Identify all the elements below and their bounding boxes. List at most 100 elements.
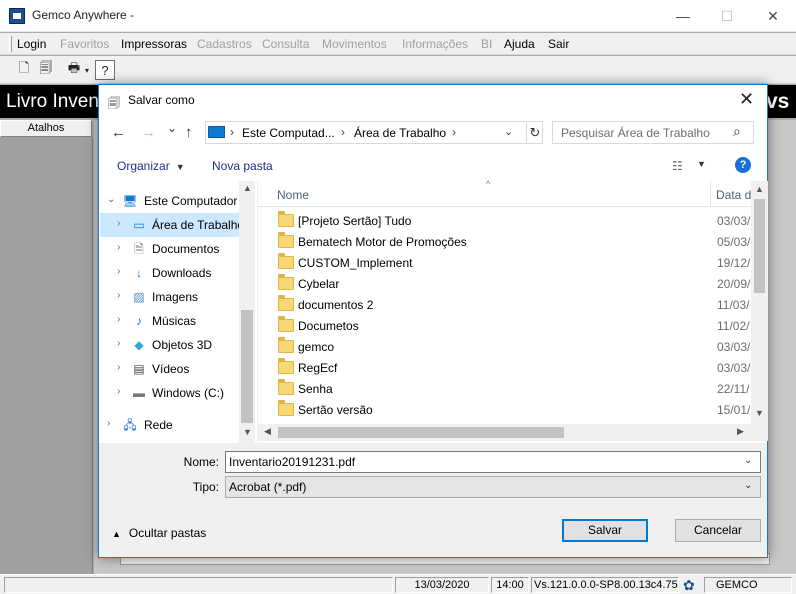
address-row: ← → ⌄ ↑ › Este Computad... › Área de Tra… (99, 117, 767, 151)
save-as-dialog: 🗐 Salvar como ✕ ← → ⌄ ↑ › Este Computad.… (98, 84, 768, 558)
file-row[interactable]: Sertão versão 15/01/ (258, 400, 751, 421)
printer-dropdown-icon[interactable]: ▾ (82, 60, 92, 80)
menu-impressoras[interactable]: Impressoras (121, 37, 187, 51)
chevron-right-icon[interactable]: › (117, 218, 120, 229)
column-header-date[interactable]: Data d (716, 188, 751, 202)
file-row[interactable]: documentos 2 11/03/ (258, 295, 751, 316)
scrollbar-thumb[interactable] (754, 199, 765, 293)
scroll-left-icon[interactable]: ◀ (264, 426, 271, 437)
up-arrow-icon[interactable]: ↑ (185, 124, 193, 141)
filetype-dropdown-icon[interactable]: ⌄ (744, 480, 752, 491)
chevron-down-icon[interactable]: ⌄ (107, 194, 115, 205)
maximize-button[interactable]: ☐ (704, 0, 750, 32)
menu-favoritos[interactable]: Favoritos (60, 37, 109, 51)
address-dropdown-icon[interactable]: ⌄ (504, 125, 513, 138)
search-input[interactable] (553, 122, 728, 143)
breadcrumb-separator[interactable]: › (452, 125, 456, 139)
file-row[interactable]: Senha 22/11/ (258, 379, 751, 400)
nav-item-label: Documentos (152, 242, 220, 256)
filename-dropdown-icon[interactable]: ⌄ (744, 455, 752, 466)
nav-item-windows-c[interactable]: › ▬ Windows (C:) (100, 381, 239, 405)
menu-login[interactable]: Login (17, 37, 46, 51)
menu-bi[interactable]: BI (481, 37, 492, 51)
forward-arrow-icon[interactable]: → (141, 124, 156, 141)
nav-item-downloads[interactable]: › ↓ Downloads (100, 261, 239, 285)
nav-item-objetos-3d[interactable]: › ◆ Objetos 3D (100, 333, 239, 357)
search-icon[interactable]: ⌕ (733, 123, 741, 140)
nav-pane-scrollbar[interactable]: ▲ ▼ (239, 181, 255, 443)
file-date: 15/01/ (717, 403, 751, 417)
column-header-name[interactable]: Nome (277, 188, 309, 202)
open-document-icon[interactable]: 🗐 (36, 60, 56, 80)
menu-informacoes[interactable]: Informações (402, 37, 468, 51)
menu-consulta[interactable]: Consulta (262, 37, 309, 51)
nav-item-area-de-trabalho[interactable]: › ▭ Área de Trabalho (100, 213, 244, 237)
scroll-down-icon[interactable]: ▼ (755, 408, 764, 418)
file-row[interactable]: [Projeto Sertão] Tudo 03/03/ (258, 211, 751, 232)
scroll-up-icon[interactable]: ▲ (755, 184, 764, 194)
scroll-down-icon[interactable]: ▼ (243, 427, 252, 437)
nav-item-imagens[interactable]: › ▨ Imagens (100, 285, 239, 309)
file-row[interactable]: RegEcf 03/03/ (258, 358, 751, 379)
chevron-right-icon[interactable]: › (117, 338, 120, 349)
chevron-right-icon[interactable]: › (107, 418, 110, 429)
refresh-icon[interactable]: ↻ (526, 123, 543, 143)
chevron-right-icon[interactable]: › (117, 266, 120, 277)
menu-cadastros[interactable]: Cadastros (197, 37, 252, 51)
help-icon[interactable]: ? (735, 157, 751, 173)
menu-movimentos[interactable]: Movimentos (322, 37, 387, 51)
minimize-button[interactable]: — (660, 0, 706, 32)
file-list-vertical-scrollbar[interactable]: ▲ ▼ (751, 181, 768, 424)
file-row[interactable]: CUSTOM_Implement 19/12/ (258, 253, 751, 274)
view-options-icon[interactable]: ☷ (672, 159, 683, 173)
scrollbar-corner (751, 424, 768, 441)
chevron-right-icon[interactable]: › (117, 242, 120, 253)
scrollbar-thumb[interactable] (278, 427, 564, 438)
chevron-right-icon[interactable]: › (117, 386, 120, 397)
nav-item-label: Vídeos (152, 362, 190, 376)
chevron-right-icon[interactable]: › (117, 314, 120, 325)
file-list-horizontal-scrollbar[interactable]: ◀ ▶ (258, 424, 751, 441)
save-button[interactable]: Salvar (562, 519, 648, 542)
breadcrumb-desktop[interactable]: Área de Trabalho (354, 126, 446, 140)
chevron-right-icon[interactable]: › (117, 362, 120, 373)
address-bar[interactable]: › Este Computad... › Área de Trabalho › … (205, 121, 543, 144)
nav-item-videos[interactable]: › ▤ Vídeos (100, 357, 239, 381)
breadcrumb-separator[interactable]: › (230, 125, 234, 139)
scroll-up-icon[interactable]: ▲ (243, 183, 252, 193)
downloads-icon: ↓ (136, 266, 142, 280)
shortcuts-tab[interactable]: Atalhos (0, 120, 92, 137)
scrollbar-thumb[interactable] (241, 310, 253, 423)
nav-item-rede[interactable]: › 🖧 Rede (100, 413, 239, 437)
close-button[interactable]: ✕ (750, 0, 796, 32)
new-document-icon[interactable]: 🗋 (14, 60, 34, 80)
file-row[interactable]: Bematech Motor de Promoções 05/03/ (258, 232, 751, 253)
filename-input[interactable] (226, 452, 736, 472)
hide-folders-button[interactable]: ▲ Ocultar pastas (112, 526, 206, 540)
breadcrumb-computer[interactable]: Este Computad... (242, 126, 335, 140)
recent-locations-icon[interactable]: ⌄ (167, 121, 177, 135)
file-row[interactable]: Documetos 11/02/ (258, 316, 751, 337)
file-row[interactable]: Cybelar 20/09/ (258, 274, 751, 295)
nav-item-este-computador[interactable]: ⌄ 🖥 Este Computador (100, 189, 239, 213)
organize-label: Organizar (117, 159, 170, 173)
cancel-button[interactable]: Cancelar (675, 519, 761, 542)
printer-icon[interactable]: 🖶 (64, 60, 84, 80)
scroll-right-icon[interactable]: ▶ (737, 426, 744, 437)
filetype-select[interactable]: Acrobat (*.pdf) ⌄ (225, 476, 761, 498)
dialog-close-button[interactable]: ✕ (739, 89, 754, 110)
nav-item-musicas[interactable]: › ♪ Músicas (100, 309, 239, 333)
nav-item-documentos[interactable]: › 🗎 Documentos (100, 237, 239, 261)
breadcrumb-separator[interactable]: › (341, 125, 345, 139)
new-folder-button[interactable]: Nova pasta (212, 159, 273, 173)
organize-button[interactable]: Organizar ▼ (117, 159, 185, 173)
menu-sair[interactable]: Sair (548, 37, 569, 51)
help-search-icon[interactable]: ? (95, 60, 115, 80)
menu-ajuda[interactable]: Ajuda (504, 37, 535, 51)
chevron-right-icon[interactable]: › (117, 290, 120, 301)
column-divider[interactable] (710, 181, 711, 207)
view-dropdown-icon[interactable]: ▼ (697, 159, 706, 169)
back-arrow-icon[interactable]: ← (111, 124, 126, 141)
file-row[interactable]: gemco 03/03/ (258, 337, 751, 358)
status-company: GEMCO (704, 577, 792, 593)
